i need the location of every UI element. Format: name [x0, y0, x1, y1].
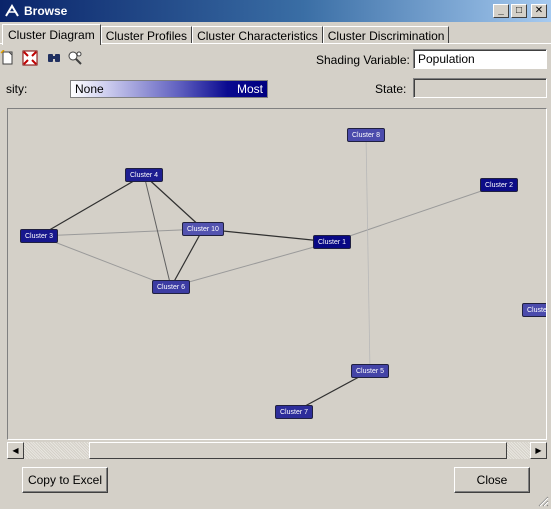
node-cluster-9[interactable]: Cluste [522, 303, 546, 317]
node-cluster-1[interactable]: Cluster 1 [313, 235, 352, 249]
tab-cluster-profiles[interactable]: Cluster Profiles [100, 26, 193, 44]
scrollbar-thumb[interactable] [89, 442, 507, 459]
tab-cluster-characteristics[interactable]: Cluster Characteristics [192, 26, 323, 44]
edge-c3-c10 [38, 228, 204, 237]
node-cluster-3[interactable]: Cluster 3 [20, 229, 59, 243]
tab-strip: Cluster Diagram Cluster Profiles Cluster… [2, 24, 450, 45]
new-document-icon[interactable] [0, 50, 16, 66]
shading-variable-field[interactable]: Population [413, 49, 547, 69]
node-cluster-8[interactable]: Cluster 8 [347, 128, 386, 142]
horizontal-scrollbar[interactable]: ◀ ▶ [7, 442, 547, 459]
close-window-button[interactable]: ✕ [531, 4, 547, 18]
window-title: Browse [24, 4, 68, 18]
node-cluster-2[interactable]: Cluster 2 [480, 178, 519, 192]
diagram-edges [38, 134, 500, 413]
shading-variable-label: Shading Variable: [316, 53, 410, 67]
title-bar: Browse _ □ ✕ [0, 0, 551, 22]
resize-grip-icon[interactable] [537, 495, 549, 507]
state-field [413, 78, 547, 98]
density-legend: None Most [70, 80, 268, 98]
minimize-button[interactable]: _ [493, 4, 509, 18]
node-cluster-7[interactable]: Cluster 7 [275, 405, 314, 419]
fit-to-window-icon[interactable] [22, 50, 38, 66]
edge-c8-c5 [365, 134, 371, 372]
find-node-icon[interactable] [46, 50, 62, 66]
edge-c3-c6 [38, 235, 172, 288]
legend-none-label: None [75, 82, 104, 96]
density-label: sity: [6, 82, 28, 96]
scroll-right-button[interactable]: ▶ [530, 442, 547, 459]
tab-cluster-diagram[interactable]: Cluster Diagram [2, 24, 101, 45]
edge-c3-c4 [38, 174, 145, 237]
edge-c1-c2 [331, 184, 500, 243]
node-cluster-6[interactable]: Cluster 6 [152, 280, 191, 294]
tab-cluster-discrimination[interactable]: Cluster Discrimination [322, 26, 450, 44]
edge-c4-c10 [143, 174, 204, 230]
cluster-diagram[interactable]: Cluster 3 Cluster 4 Cluster 10 Cluster 6… [7, 108, 547, 440]
app-icon [5, 4, 19, 17]
zoom-icon[interactable] [67, 50, 83, 66]
copy-to-excel-button[interactable]: Copy to Excel [22, 467, 108, 493]
node-cluster-5[interactable]: Cluster 5 [351, 364, 390, 378]
edge-c6-c1 [170, 241, 333, 288]
legend-most-label: Most [236, 82, 263, 96]
node-cluster-10[interactable]: Cluster 10 [182, 222, 224, 236]
close-button[interactable]: Close [454, 467, 530, 493]
edge-c10-c6 [170, 228, 204, 288]
state-label: State: [375, 82, 407, 96]
maximize-button[interactable]: □ [511, 4, 527, 18]
node-cluster-4[interactable]: Cluster 4 [125, 168, 164, 182]
scroll-left-button[interactable]: ◀ [7, 442, 24, 459]
